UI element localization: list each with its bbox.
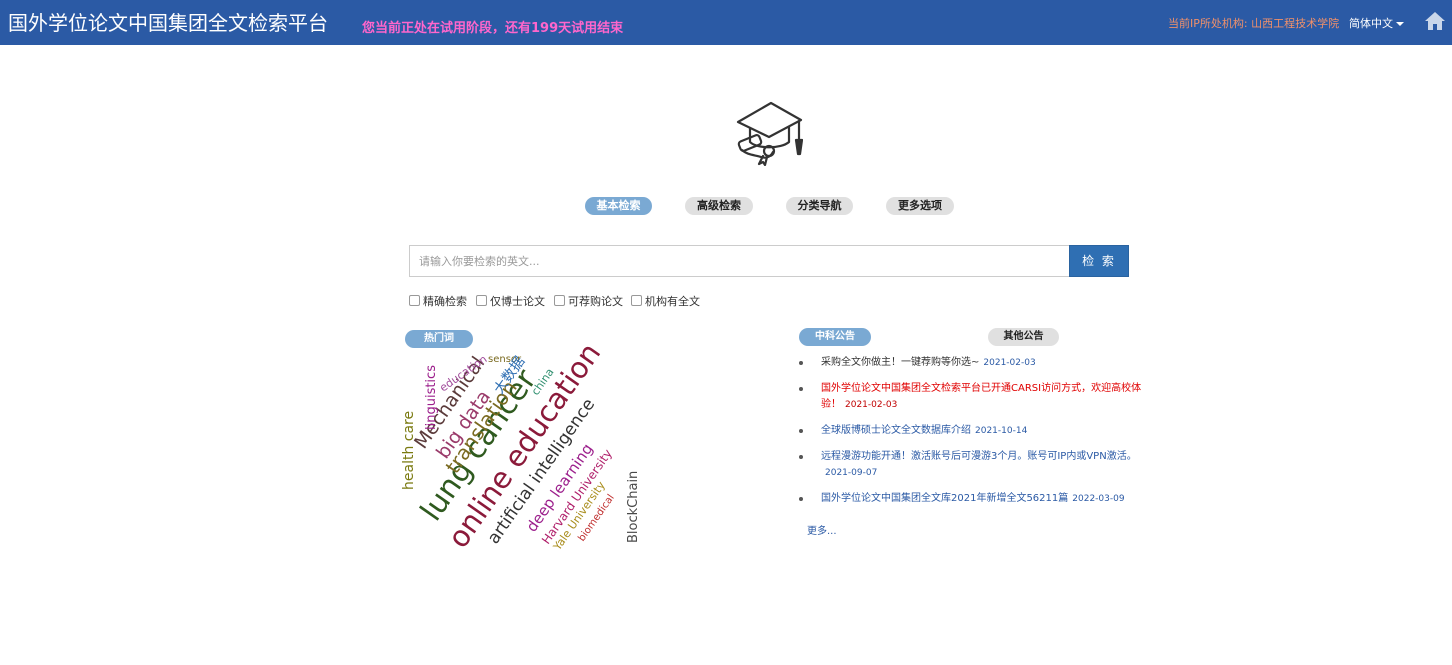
option-label: 可荐购论文	[568, 295, 623, 308]
tab-category-navigation[interactable]: 分类导航	[786, 197, 853, 215]
option-label: 仅博士论文	[490, 295, 545, 308]
announcement-text[interactable]: 国外学位论文中国集团全文库2021年新增全文56211篇	[821, 493, 1068, 504]
option-exact-search[interactable]: 精确检索	[409, 293, 467, 308]
announcement-item[interactable]: 全球版博硕士论文全文数据库介绍 2021-10-14	[799, 423, 1144, 439]
more-announcements-link[interactable]: 更多...	[807, 522, 837, 537]
graduation-cap-logo-icon	[736, 101, 803, 166]
announcement-date: 2022-03-09	[1072, 494, 1125, 504]
tab-advanced-search[interactable]: 高级检索	[685, 197, 753, 215]
trial-notice: 您当前正处在试用阶段，还有199天试用结束	[362, 21, 624, 36]
announcement-item[interactable]: 国外学位论文中国集团全文检索平台已开通CARSI访问方式，欢迎高校体验！ 2021…	[799, 381, 1144, 413]
option-phd-only[interactable]: 仅博士论文	[476, 293, 545, 308]
announcement-item[interactable]: 远程漫游功能开通！激活账号后可漫游3个月。账号可IP内或VPN激活。 2021-0…	[799, 449, 1144, 481]
checkbox[interactable]	[409, 295, 420, 306]
option-recommend-purchase[interactable]: 可荐购论文	[554, 293, 623, 308]
announcement-item[interactable]: 采购全文你做主！一键荐购等你选~ 2021-02-03	[799, 355, 1144, 371]
announcement-date: 2021-10-14	[975, 426, 1028, 436]
ip-institution: 当前IP所处机构: 山西工程技术学院	[1168, 17, 1340, 30]
search-button[interactable]: 检 索	[1069, 245, 1129, 277]
bullet-icon	[799, 387, 803, 391]
language-label: 简体中文	[1349, 17, 1393, 30]
word-blockchain[interactable]: BlockChain	[626, 471, 641, 543]
tab-basic-search[interactable]: 基本检索	[585, 197, 652, 215]
bullet-icon	[799, 361, 803, 365]
language-dropdown[interactable]: 简体中文	[1349, 15, 1404, 31]
announcement-date: 2021-02-03	[983, 358, 1036, 368]
checkbox[interactable]	[554, 295, 565, 306]
checkbox[interactable]	[631, 295, 642, 306]
announcement-date: 2021-02-03	[845, 400, 898, 410]
search-input[interactable]	[409, 245, 1070, 277]
tab-other-announcements[interactable]: 其他公告	[988, 328, 1059, 346]
caret-down-icon	[1396, 22, 1404, 26]
bullet-icon	[799, 429, 803, 433]
announcement-text[interactable]: 采购全文你做主！一键荐购等你选~	[821, 357, 979, 368]
hot-words-cloud: online education lung cancer translation…	[401, 345, 641, 554]
announcement-text[interactable]: 全球版博硕士论文全文数据库介绍	[821, 425, 971, 436]
announcement-text[interactable]: 远程漫游功能开通！激活账号后可漫游3个月。账号可IP内或VPN激活。	[821, 451, 1137, 462]
announcement-list: 采购全文你做主！一键荐购等你选~ 2021-02-03 国外学位论文中国集团全文检…	[799, 355, 1144, 517]
announcement-item[interactable]: 国外学位论文中国集团全文库2021年新增全文56211篇 2022-03-09	[799, 491, 1144, 507]
word-health-care[interactable]: health care	[401, 411, 417, 490]
announcement-date: 2021-09-07	[825, 468, 878, 478]
option-label: 机构有全文	[645, 295, 700, 308]
home-icon[interactable]	[1424, 11, 1446, 31]
tab-more-options[interactable]: 更多选项	[886, 197, 954, 215]
top-navbar: 国外学位论文中国集团全文检索平台 您当前正处在试用阶段，还有199天试用结束 当…	[0, 0, 1452, 45]
site-title[interactable]: 国外学位论文中国集团全文检索平台	[8, 11, 328, 35]
word-linguistics[interactable]: linguistics	[424, 365, 439, 430]
option-label: 精确检索	[423, 295, 467, 308]
bullet-icon	[799, 497, 803, 501]
option-institution-fulltext[interactable]: 机构有全文	[631, 293, 700, 308]
tab-cas-announcements[interactable]: 中科公告	[799, 328, 871, 346]
checkbox[interactable]	[476, 295, 487, 306]
bullet-icon	[799, 455, 803, 459]
